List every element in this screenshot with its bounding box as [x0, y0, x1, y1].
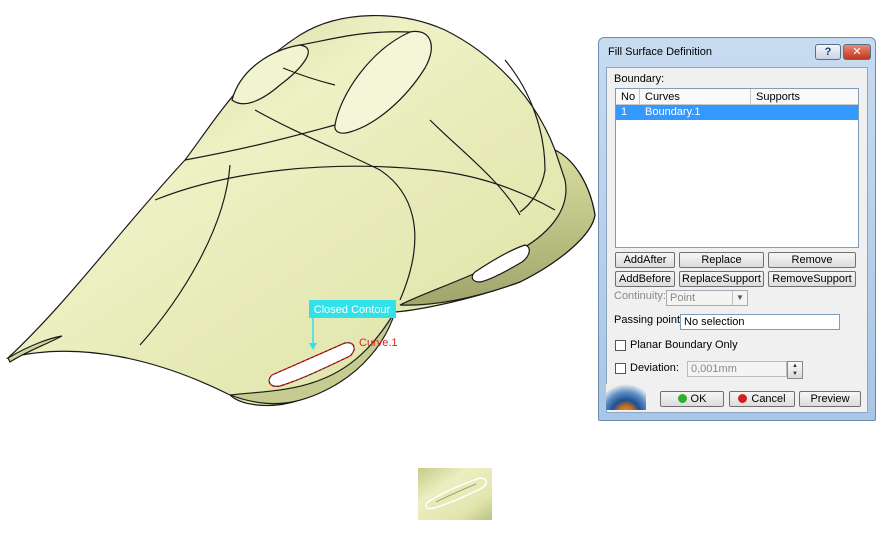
- cancel-label: Cancel: [751, 393, 786, 405]
- column-header-no[interactable]: No: [616, 89, 640, 105]
- closed-contour-label: Closed Contour: [314, 304, 391, 316]
- add-before-button[interactable]: AddBefore: [615, 271, 675, 287]
- remove-button[interactable]: Remove: [768, 252, 856, 268]
- preview-thumbnail: [418, 468, 492, 520]
- row-curve: Boundary.1: [645, 106, 701, 118]
- ok-button[interactable]: OK: [660, 391, 724, 407]
- passing-point-field[interactable]: No selection: [680, 314, 840, 330]
- remove-support-button[interactable]: RemoveSupport: [768, 271, 856, 287]
- continuity-label: Continuity:: [614, 290, 666, 302]
- 3d-viewport[interactable]: Closed Contour Curve.1: [0, 0, 600, 430]
- curve-label: Curve.1: [359, 337, 398, 349]
- row-no: 1: [621, 106, 628, 118]
- spin-up-icon[interactable]: ▲: [788, 362, 802, 370]
- spin-down-icon[interactable]: ▼: [788, 370, 802, 378]
- passing-point-value: No selection: [684, 316, 745, 328]
- helmet-part-model[interactable]: [5, 14, 596, 406]
- deviation-checkbox[interactable]: [615, 363, 626, 374]
- cancel-button[interactable]: Cancel: [729, 391, 795, 407]
- deviation-field[interactable]: 0,001mm: [687, 361, 787, 377]
- deviation-value: 0,001mm: [691, 363, 737, 375]
- deviation-spinner[interactable]: ▲ ▼: [787, 361, 803, 379]
- continuity-value: Point: [670, 292, 696, 304]
- planar-boundary-checkbox[interactable]: [615, 340, 626, 351]
- dialog-body: Boundary: No Curves Supports 1 Boundary.…: [606, 67, 868, 413]
- deviation-label: Deviation:: [630, 362, 679, 374]
- passing-point-label: Passing point:: [614, 314, 684, 326]
- add-after-button[interactable]: AddAfter: [615, 252, 675, 268]
- column-header-supports[interactable]: Supports: [751, 89, 858, 105]
- fill-surface-dialog: Fill Surface Definition ? ✕ Boundary: No…: [598, 37, 876, 421]
- ok-green-dot-icon: [677, 394, 687, 403]
- preview-button[interactable]: Preview: [799, 391, 861, 407]
- continuity-select[interactable]: Point ▼: [666, 290, 748, 306]
- chevron-down-icon: ▼: [732, 291, 747, 305]
- table-row[interactable]: 1 Boundary.1: [616, 105, 858, 120]
- catia-globe-icon: [606, 384, 646, 410]
- boundary-label: Boundary:: [614, 73, 665, 85]
- dialog-title: Fill Surface Definition: [608, 46, 712, 58]
- boundary-table[interactable]: No Curves Supports 1 Boundary.1: [615, 88, 859, 248]
- close-button[interactable]: ✕: [843, 44, 871, 60]
- replace-support-button[interactable]: ReplaceSupport: [679, 271, 764, 287]
- column-header-curves[interactable]: Curves: [640, 89, 751, 105]
- replace-button[interactable]: Replace: [679, 252, 764, 268]
- help-button[interactable]: ?: [815, 44, 841, 60]
- ok-label: OK: [690, 393, 707, 405]
- cancel-red-dot-icon: [738, 394, 748, 403]
- planar-boundary-label: Planar Boundary Only: [630, 339, 738, 351]
